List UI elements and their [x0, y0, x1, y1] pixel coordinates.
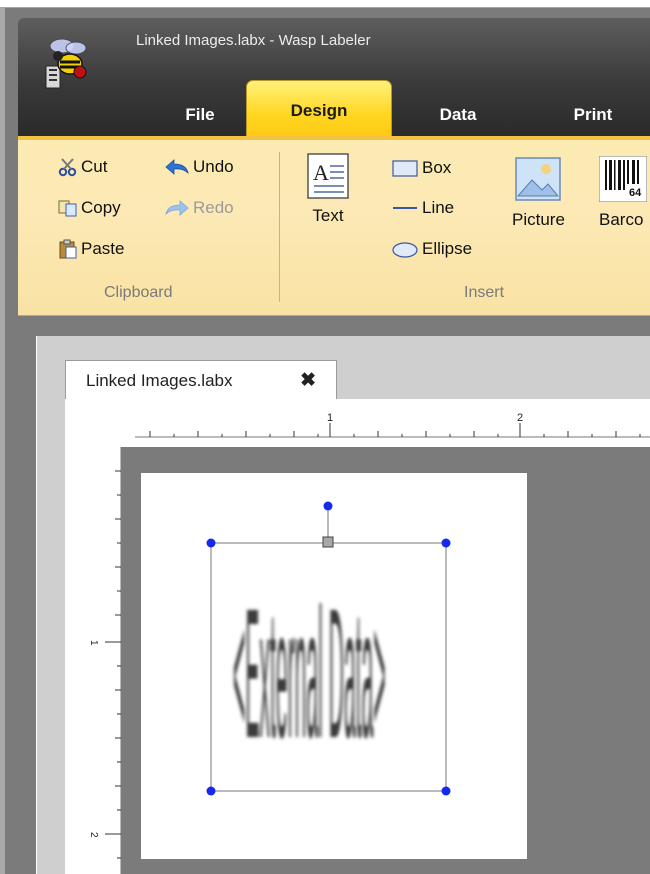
close-tab-icon[interactable]: ✖	[300, 369, 316, 392]
text-tool-icon: A	[307, 153, 349, 199]
rotate-handle[interactable]	[323, 501, 333, 511]
document-tab[interactable]: Linked Images.labx ✖	[65, 360, 337, 400]
label-workspace: 1 2 1 2 <External Data>	[65, 399, 650, 874]
external-data-placeholder-text: <External Data>	[233, 570, 386, 777]
insert-box-button[interactable]: Box	[391, 158, 451, 178]
undo-label: Undo	[193, 157, 234, 176]
ruler-h-label-1: 1	[327, 412, 333, 424]
copy-label: Copy	[81, 198, 121, 217]
insert-ellipse-button[interactable]: Ellipse	[391, 239, 472, 259]
resize-handle-top-center[interactable]	[322, 536, 334, 548]
redo-button[interactable]: Redo	[164, 198, 234, 218]
vertical-ruler: 1 2	[65, 447, 121, 874]
horizontal-ruler: 1 2	[135, 399, 650, 447]
resize-handle-top-left[interactable]	[206, 538, 216, 548]
clipboard-paste-icon	[59, 239, 77, 259]
undo-button[interactable]: Undo	[164, 157, 234, 177]
document-tab-label: Linked Images.labx	[86, 370, 233, 390]
line-shape-icon	[393, 207, 417, 209]
tab-print[interactable]: Print	[538, 92, 648, 138]
insert-group-label: Insert	[464, 284, 505, 301]
group-separator	[279, 152, 280, 302]
tab-design[interactable]: Design	[246, 80, 392, 138]
picture-label: Picture	[512, 210, 565, 229]
resize-handle-bottom-right[interactable]	[441, 786, 451, 796]
paste-label: Paste	[81, 239, 125, 258]
paste-button[interactable]: Paste	[58, 239, 124, 259]
wasp-logo-icon[interactable]	[40, 32, 92, 92]
resize-handle-bottom-left[interactable]	[206, 786, 216, 796]
insert-barcode-button[interactable]: 64 Barco	[599, 156, 647, 230]
picture-icon	[515, 157, 562, 201]
line-label: Line	[422, 198, 455, 217]
clipboard-group-label: Clipboard	[104, 284, 173, 301]
title-bar: Linked Images.labx - Wasp Labeler File D…	[18, 18, 650, 138]
insert-line-button[interactable]: Line	[391, 198, 454, 218]
tab-data[interactable]: Data	[408, 92, 508, 138]
redo-arrow-icon	[165, 200, 189, 216]
ruler-v-label-2: 2	[88, 832, 99, 838]
barcode-label: Barco	[599, 210, 644, 229]
barcode-icon: 64	[599, 156, 647, 202]
resize-handle-top-right[interactable]	[441, 538, 451, 548]
insert-picture-button[interactable]: Picture	[512, 156, 565, 230]
text-label: Text	[312, 206, 344, 225]
undo-arrow-icon	[165, 159, 189, 175]
document-panel: Linked Images.labx ✖ 1 2 1 2 <External D…	[36, 336, 650, 874]
ruler-h-label-2: 2	[517, 412, 523, 424]
app-window: Linked Images.labx - Wasp Labeler File D…	[0, 8, 650, 874]
insert-text-button[interactable]: A Text	[306, 152, 350, 226]
cut-button[interactable]: Cut	[58, 157, 107, 177]
redo-label: Redo	[193, 198, 234, 217]
tab-file[interactable]: File	[155, 92, 245, 138]
top-strip	[0, 0, 650, 8]
barcode-icon-digits: 64	[629, 187, 642, 199]
ruler-v-label-1: 1	[88, 640, 99, 646]
cut-label: Cut	[81, 157, 108, 176]
ellipse-shape-icon	[392, 242, 418, 258]
svg-text:A: A	[313, 160, 329, 185]
document-area: Linked Images.labx ✖ 1 2 1 2 <External D…	[18, 320, 650, 874]
scissors-icon	[58, 158, 77, 177]
box-shape-icon	[392, 160, 418, 177]
window-title: Linked Images.labx - Wasp Labeler	[136, 32, 371, 49]
selected-image-object[interactable]: <External Data>	[141, 473, 527, 859]
label-canvas[interactable]: <External Data>	[141, 473, 527, 859]
box-label: Box	[422, 158, 452, 177]
copy-button[interactable]: Copy	[58, 198, 121, 218]
ribbon-design: Cut Copy Paste Undo Redo Clipboard A Tex…	[18, 136, 650, 316]
ellipse-label: Ellipse	[422, 239, 473, 258]
copy-icon	[58, 200, 77, 217]
